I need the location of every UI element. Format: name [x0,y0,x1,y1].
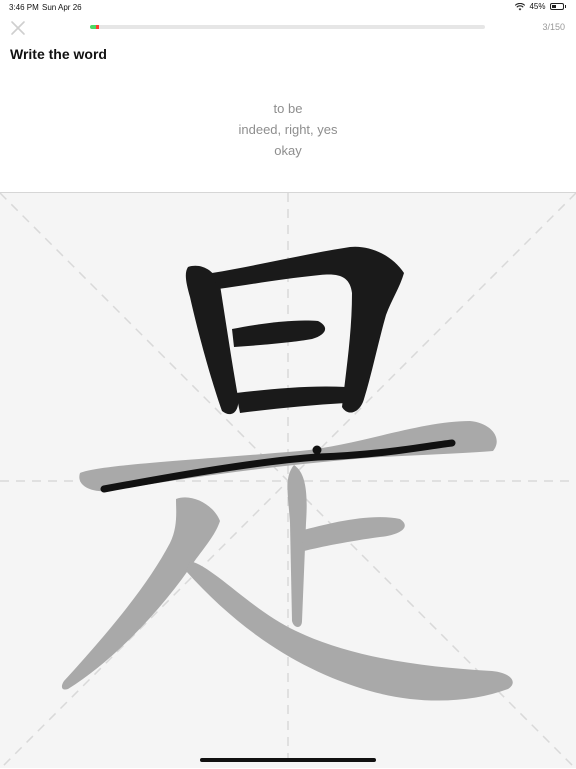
completed-stroke-left-vertical [185,265,239,415]
stroke-start-dot [312,445,322,455]
battery-icon [549,3,564,10]
progress-wrong-segment [96,25,99,29]
definitions: to be indeed, right, yes okay [0,98,576,161]
definition-line: indeed, right, yes [238,122,338,137]
wifi-icon [515,2,526,10]
battery-percent: 45% [529,2,546,11]
progress-count: 3/150 [542,22,565,32]
definition-line: to be [273,101,303,116]
definition-line: okay [274,143,302,158]
completed-stroke-bottom-horizontal [236,386,346,413]
character-canvas[interactable] [0,193,576,769]
status-right: 45% [515,2,566,11]
battery-nub [564,5,566,8]
home-indicator[interactable] [200,758,376,762]
progress-bar [90,25,485,29]
completed-stroke-inner-horizontal [232,320,326,347]
writing-canvas[interactable] [0,192,576,769]
hint-stroke-right-falling [186,561,513,701]
close-icon [11,21,25,35]
prompt-title: Write the word [10,46,107,62]
close-button[interactable] [10,20,26,36]
battery-fill [551,5,556,8]
status-bar: 3:46 PM Sun Apr 26 45% [0,0,576,14]
status-time: 3:46 PM [9,3,39,12]
hint-stroke-left-falling [61,497,221,690]
completed-strokes [185,246,404,415]
status-date: Sun Apr 26 [42,3,82,12]
